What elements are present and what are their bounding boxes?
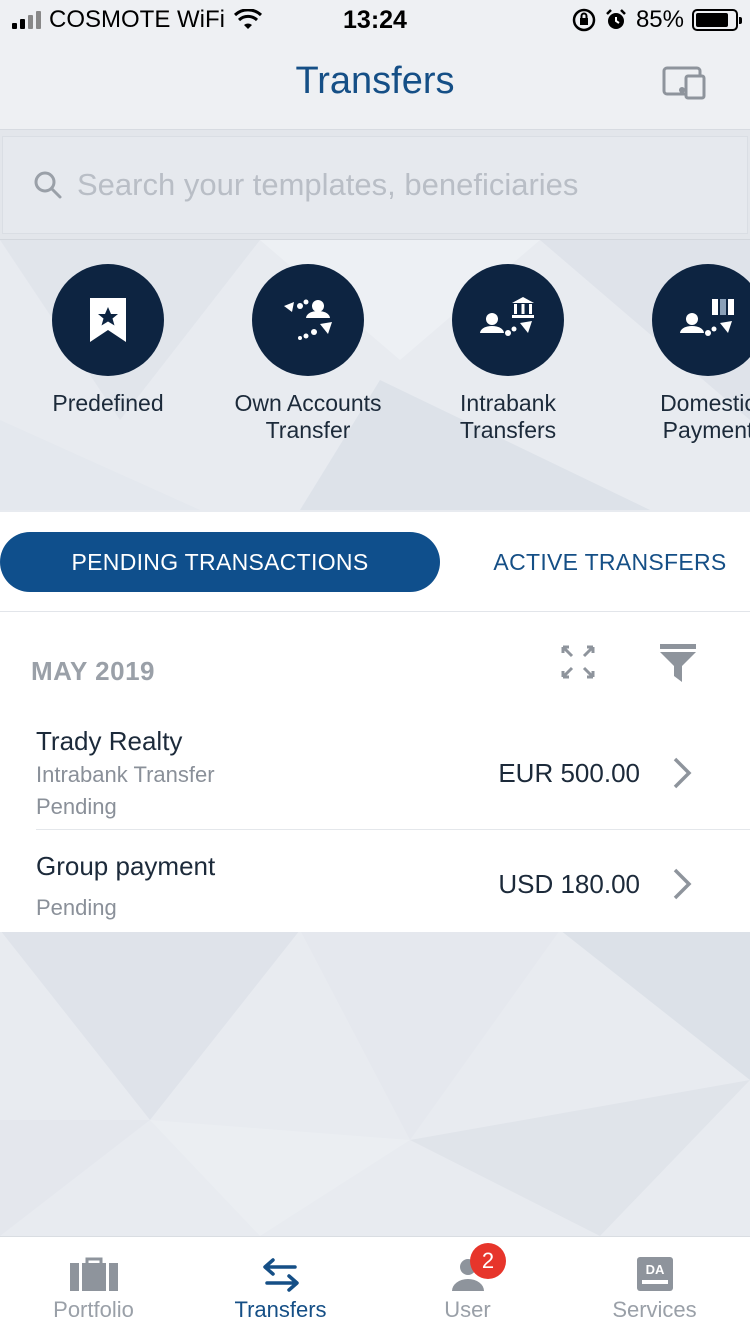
search-box[interactable] bbox=[2, 136, 748, 234]
month-header: MAY 2019 bbox=[31, 656, 155, 686]
transactions-list: MAY 2019 Trady Realty Intrabank Transfer… bbox=[0, 612, 750, 932]
transaction-type: Intrabank Transfer bbox=[36, 762, 215, 787]
battery-icon bbox=[692, 9, 742, 31]
arrows-exchange-icon bbox=[262, 1258, 299, 1292]
transaction-amount: EUR 500.00 bbox=[498, 758, 640, 788]
bookmark-star-icon bbox=[90, 298, 126, 342]
quick-action-intrabank[interactable]: Intrabank Transfers bbox=[408, 264, 608, 444]
chevron-right-icon bbox=[673, 757, 692, 789]
quick-action-label: Predefined bbox=[52, 390, 164, 416]
battery-percent: 85% bbox=[635, 6, 684, 33]
transaction-amount: USD 180.00 bbox=[498, 869, 640, 899]
svg-text:DA: DA bbox=[645, 1262, 664, 1277]
nav-user[interactable]: 2 User bbox=[374, 1237, 561, 1334]
nav-label: Transfers bbox=[234, 1297, 327, 1322]
quick-action-label: Transfers bbox=[459, 417, 557, 443]
search-input[interactable] bbox=[77, 167, 677, 203]
search-icon bbox=[34, 171, 62, 199]
nav-label: Services bbox=[612, 1297, 697, 1322]
header: Transfers bbox=[0, 40, 750, 130]
quick-action-domestic-payment[interactable]: Domestic Payment bbox=[608, 264, 750, 444]
nav-label: User bbox=[444, 1297, 491, 1322]
transaction-tabs: PENDING TRANSACTIONS ACTIVE TRANSFERS bbox=[0, 512, 750, 612]
expand-icon[interactable] bbox=[560, 644, 596, 680]
status-bar: COSMOTE WiFi 13:24 85% bbox=[0, 0, 750, 40]
quick-action-label: Domestic bbox=[660, 390, 750, 416]
bottom-navigation: Portfolio Transfers 2 User DA Services bbox=[0, 1236, 750, 1334]
row-divider bbox=[36, 829, 750, 830]
tab-pending-transactions[interactable]: PENDING TRANSACTIONS bbox=[0, 532, 440, 592]
chevron-right-icon bbox=[673, 868, 692, 900]
domestic-payment-icon bbox=[680, 299, 734, 336]
quick-action-label: Intrabank bbox=[460, 390, 556, 416]
quick-action-label: Transfer bbox=[265, 417, 351, 443]
intrabank-icon bbox=[480, 297, 534, 336]
alarm-icon bbox=[606, 9, 626, 29]
nav-services[interactable]: DA Services bbox=[561, 1237, 748, 1334]
carrier-name: COSMOTE WiFi bbox=[49, 6, 225, 33]
quick-action-label: Own Accounts bbox=[234, 390, 382, 416]
devices-icon[interactable] bbox=[662, 66, 708, 100]
tab-active-transfers[interactable]: ACTIVE TRANSFERS bbox=[470, 532, 750, 592]
transaction-status: Pending bbox=[36, 794, 117, 819]
quick-action-predefined[interactable]: Predefined bbox=[8, 264, 208, 417]
nav-label: Portfolio bbox=[53, 1297, 134, 1322]
notification-badge: 2 bbox=[470, 1243, 506, 1279]
search-bar bbox=[0, 130, 750, 240]
transaction-name: Trady Realty bbox=[36, 726, 183, 756]
da-services-icon: DA bbox=[636, 1257, 673, 1291]
nav-transfers[interactable]: Transfers bbox=[187, 1237, 374, 1334]
filter-icon[interactable] bbox=[660, 644, 696, 682]
briefcase-icon bbox=[69, 1257, 118, 1291]
table-row[interactable]: Group payment Pending USD 180.00 bbox=[0, 831, 750, 931]
quick-action-own-accounts[interactable]: Own Accounts Transfer bbox=[208, 264, 408, 444]
quick-action-label: Payment bbox=[662, 417, 750, 443]
wifi-icon bbox=[233, 9, 263, 29]
signal-icon bbox=[12, 11, 41, 29]
transaction-status: Pending bbox=[36, 895, 117, 920]
transaction-name: Group payment bbox=[36, 851, 216, 881]
table-row[interactable]: Trady Realty Intrabank Transfer Pending … bbox=[0, 718, 750, 830]
rotation-lock-icon bbox=[572, 8, 596, 32]
own-accounts-icon bbox=[284, 299, 332, 340]
nav-portfolio[interactable]: Portfolio bbox=[0, 1237, 187, 1334]
page-title: Transfers bbox=[295, 60, 455, 102]
quick-actions: Predefined Own Accounts Transfer Intraba… bbox=[0, 240, 750, 510]
